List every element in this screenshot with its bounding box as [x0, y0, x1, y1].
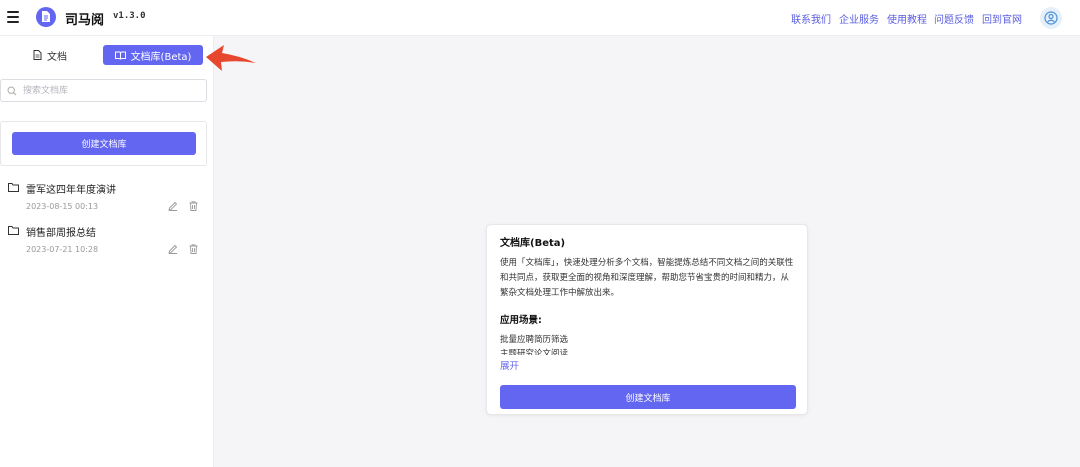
nav-tutorial-link[interactable]: 使用教程 — [887, 11, 927, 26]
card-create-library-button[interactable]: 创建文档库 — [500, 385, 796, 409]
scenario-item: 批量应聘简历筛选 — [500, 335, 569, 345]
search-box[interactable] — [0, 79, 207, 102]
library-item[interactable]: 雷军这四年年度演讲 2023-08-15 00:13 — [0, 181, 210, 221]
card-title: 文档库(Beta) — [500, 238, 566, 249]
user-icon — [1044, 11, 1058, 25]
version-label: v1.3.0 — [113, 11, 146, 21]
nav-contact-link[interactable]: 联系我们 — [791, 11, 831, 26]
search-icon — [7, 86, 17, 96]
menu-icon[interactable] — [7, 11, 19, 23]
scenarios-list: 批量应聘简历筛选 主题研究论文阅读 — [500, 333, 796, 355]
document-icon — [33, 50, 42, 60]
expand-link[interactable]: 展开 — [500, 358, 519, 372]
search-input[interactable] — [23, 83, 201, 99]
book-icon — [114, 51, 126, 60]
library-info-card: 文档库(Beta) 使用「文档库」，快速处理分析多个文档，智能提炼总结不同文档之… — [486, 224, 808, 415]
edit-icon[interactable] — [168, 244, 178, 254]
top-bar: 司马阅 v1.3.0 联系我们 企业服务 使用教程 问题反馈 回到官网 — [0, 0, 1080, 36]
tab-documents[interactable]: 文档 — [0, 45, 100, 65]
tab-library-label: 文档库(Beta) — [130, 51, 192, 63]
library-date: 2023-08-15 00:13 — [26, 202, 99, 211]
scenario-item: 主题研究论文阅读 — [500, 349, 569, 355]
library-item[interactable]: 销售部周报总结 2023-07-21 10:28 — [0, 224, 210, 264]
app-logo-icon — [36, 7, 56, 27]
library-name: 销售部周报总结 — [26, 228, 96, 239]
library-name: 雷军这四年年度演讲 — [26, 185, 116, 196]
create-library-button[interactable]: 创建文档库 — [12, 132, 196, 155]
edit-icon[interactable] — [168, 201, 178, 211]
nav-homepage-link[interactable]: 回到官网 — [982, 11, 1022, 26]
scenarios-title: 应用场景: — [500, 315, 542, 326]
user-avatar[interactable] — [1040, 7, 1062, 29]
create-library-panel: 创建文档库 — [0, 121, 207, 166]
red-arrow-icon — [206, 45, 256, 71]
tab-documents-label: 文档 — [47, 51, 67, 63]
library-date: 2023-07-21 10:28 — [26, 245, 99, 254]
trash-icon[interactable] — [189, 201, 198, 211]
card-description: 使用「文档库」，快速处理分析多个文档，智能提炼总结不同文档之间的关联性和共同点，… — [500, 258, 794, 298]
folder-icon — [8, 183, 19, 192]
nav-enterprise-link[interactable]: 企业服务 — [839, 11, 879, 26]
nav-feedback-link[interactable]: 问题反馈 — [934, 11, 974, 26]
trash-icon[interactable] — [189, 244, 198, 254]
tab-library[interactable]: 文档库(Beta) — [103, 45, 203, 65]
app-title: 司马阅 — [65, 13, 105, 28]
folder-icon — [8, 226, 19, 235]
sidebar: 文档 文档库(Beta) 创建文档库 雷军这四年年度演讲 2023-08-15 … — [0, 36, 214, 467]
